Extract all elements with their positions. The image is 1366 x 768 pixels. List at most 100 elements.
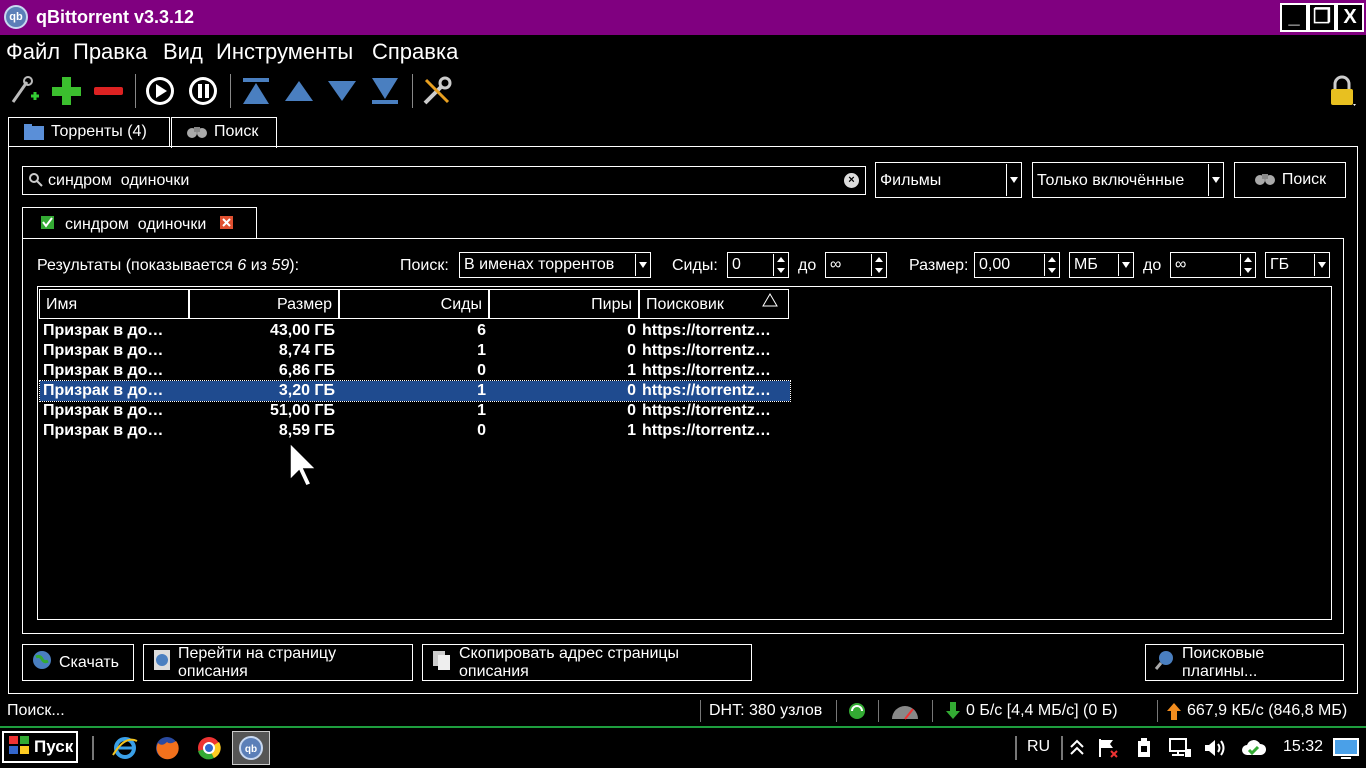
add-torrent-icon[interactable] xyxy=(47,72,85,110)
table-row[interactable]: Призрак в до… 3,20 ГБ 1 0 https://torrentz… xyxy=(39,380,791,402)
volume-icon[interactable] xyxy=(1203,737,1227,764)
qbittorrent-icon[interactable]: qb xyxy=(232,731,270,765)
column-header-seeds[interactable]: Сиды xyxy=(339,289,489,319)
show-desktop-icon[interactable] xyxy=(1333,737,1359,764)
results-table[interactable]: Имя Размер Сиды Пиры Поисковик Призрак в… xyxy=(37,286,1332,620)
menu-help[interactable]: Справка xyxy=(372,39,458,65)
move-top-icon[interactable] xyxy=(237,72,275,110)
cell-name: Призрак в до… xyxy=(43,362,164,379)
remove-icon[interactable] xyxy=(89,72,127,110)
tab-search[interactable]: Поиск xyxy=(171,117,277,148)
clear-search-icon[interactable]: × xyxy=(844,173,859,188)
spin-arrows-icon[interactable] xyxy=(773,254,787,276)
download-button[interactable]: Скачать xyxy=(22,644,134,681)
close-button[interactable]: X xyxy=(1336,3,1364,32)
size-min-value: 0,00 xyxy=(979,256,1011,273)
column-header-engine[interactable]: Поисковик xyxy=(639,289,789,319)
results-shown: 6 xyxy=(237,257,247,274)
globe-icon xyxy=(31,649,53,676)
size-max-spinbox[interactable]: ∞ xyxy=(1170,252,1256,278)
search-in-label: Поиск: xyxy=(400,257,449,274)
language-indicator[interactable]: RU xyxy=(1027,738,1050,756)
seeds-min-value: 0 xyxy=(732,256,741,273)
search-button-label: Поиск xyxy=(1281,171,1327,188)
result-tab[interactable]: синдром одиночки xyxy=(22,207,257,239)
download-arrow-icon xyxy=(946,702,960,725)
title-bar: qb qBittorrent v3.3.12 _ ❐ X xyxy=(0,0,1366,35)
cell-engine: https://torrentz… xyxy=(642,362,771,379)
speed-limit-icon[interactable] xyxy=(890,701,920,726)
search-in-select[interactable]: В именах торрентов xyxy=(459,252,651,278)
show-hidden-icons-icon[interactable] xyxy=(1069,737,1085,762)
usb-device-icon[interactable] xyxy=(1133,737,1155,764)
results-of: из xyxy=(246,257,272,274)
cell-peers: 0 xyxy=(627,322,636,339)
tab-torrents[interactable]: Торренты (4) xyxy=(8,117,170,147)
menu-edit[interactable]: Правка xyxy=(73,39,147,65)
move-bottom-icon[interactable] xyxy=(366,72,404,110)
go-to-description-button[interactable]: Перейти на страницу описания xyxy=(143,644,413,681)
size-min-spinbox[interactable]: 0,00 xyxy=(974,252,1060,278)
size-label: Размер: xyxy=(909,257,969,274)
cell-peers: 0 xyxy=(627,402,636,419)
size-min-unit-select[interactable]: МБ xyxy=(1069,252,1134,278)
cell-seeds: 1 xyxy=(477,382,486,399)
copy-description-url-button[interactable]: Скопировать адрес страницы описания xyxy=(422,644,752,681)
cell-size: 3,20 ГБ xyxy=(278,382,335,399)
binoculars-icon xyxy=(186,123,208,148)
action-center-flag-icon[interactable] xyxy=(1097,737,1119,764)
chrome-icon[interactable] xyxy=(196,735,222,766)
column-header-size[interactable]: Размер xyxy=(189,289,339,319)
cell-seeds: 1 xyxy=(477,402,486,419)
firefox-icon[interactable] xyxy=(154,735,180,766)
table-row[interactable]: Призрак в до… 43,00 ГБ 6 0 https://torrentz… xyxy=(40,321,790,341)
ie-icon[interactable] xyxy=(112,735,138,766)
table-row[interactable]: Призрак в до… 8,74 ГБ 1 0 https://torrentz… xyxy=(40,341,790,361)
resume-icon[interactable] xyxy=(141,72,179,110)
column-header-name[interactable]: Имя xyxy=(39,289,189,319)
move-down-icon[interactable] xyxy=(323,72,361,110)
pause-icon[interactable] xyxy=(184,72,222,110)
menu-file[interactable]: Файл xyxy=(6,39,60,65)
table-row[interactable]: Призрак в до… 8,59 ГБ 0 1 https://torrentz… xyxy=(40,421,790,441)
taskbar-separator xyxy=(92,736,94,760)
size-to-label: до xyxy=(1143,257,1162,274)
minimize-button[interactable]: _ xyxy=(1280,3,1308,32)
category-select[interactable]: Фильмы xyxy=(875,162,1022,198)
lock-icon[interactable] xyxy=(1323,72,1361,110)
move-up-icon[interactable] xyxy=(280,72,318,110)
add-link-icon[interactable] xyxy=(5,72,43,110)
column-header-peers[interactable]: Пиры xyxy=(489,289,639,319)
cell-name: Призрак в до… xyxy=(43,422,164,439)
window-title: qBittorrent v3.3.12 xyxy=(36,7,195,27)
size-max-unit-select[interactable]: ГБ xyxy=(1265,252,1330,278)
table-row[interactable]: Призрак в до… 6,86 ГБ 0 1 https://torrentz… xyxy=(40,361,790,381)
connection-status-icon[interactable] xyxy=(848,702,866,725)
search-plugins-label: Поисковые плагины... xyxy=(1182,644,1265,680)
table-row[interactable]: Призрак в до… 51,00 ГБ 1 0 https://torrentz… xyxy=(40,401,790,421)
toolbar-separator xyxy=(135,74,136,108)
cell-engine: https://torrentz… xyxy=(642,322,771,339)
spin-arrows-icon[interactable] xyxy=(1044,254,1058,276)
close-tab-icon[interactable] xyxy=(220,216,233,234)
spin-arrows-icon[interactable] xyxy=(871,254,885,276)
menu-view[interactable]: Вид xyxy=(163,39,203,65)
clock[interactable]: 15:32 xyxy=(1283,738,1323,756)
search-input[interactable]: синдром одиночки × xyxy=(22,166,866,195)
start-button[interactable]: Пуск xyxy=(2,731,78,763)
network-icon[interactable] xyxy=(1168,737,1192,764)
cell-peers: 0 xyxy=(627,382,636,399)
maximize-button[interactable]: ❐ xyxy=(1308,3,1336,32)
seeds-max-spinbox[interactable]: ∞ xyxy=(825,252,887,278)
sync-cloud-icon[interactable] xyxy=(1241,737,1267,764)
taskbar: Пуск qb RU 15:32 xyxy=(0,726,1366,768)
search-button[interactable]: Поиск xyxy=(1234,162,1346,198)
status-text: Поиск... xyxy=(7,702,65,719)
plugins-select[interactable]: Только включённые xyxy=(1032,162,1224,198)
menu-tools[interactable]: Инструменты xyxy=(216,39,353,65)
cell-engine: https://torrentz… xyxy=(642,402,771,419)
spin-arrows-icon[interactable] xyxy=(1240,254,1254,276)
seeds-min-spinbox[interactable]: 0 xyxy=(727,252,789,278)
settings-icon[interactable] xyxy=(418,72,456,110)
search-plugins-button[interactable]: Поисковые плагины... xyxy=(1145,644,1344,681)
